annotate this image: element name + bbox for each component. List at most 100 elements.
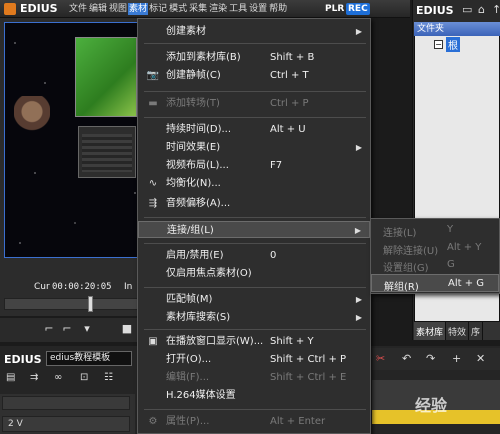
up-folder-icon[interactable]: ↑ <box>492 3 500 16</box>
context-menu: 创建素材 ▶ 添加到素材库(B) Shift + B 📷 创建静帧(C) Ctr… <box>137 18 371 434</box>
folder-icon[interactable]: ▭ <box>462 3 472 16</box>
tab-sequence[interactable]: 序 <box>469 322 484 340</box>
menu-item-h264-settings[interactable]: H.264媒体设置 <box>138 387 370 404</box>
submenu-arrow-icon: ▶ <box>355 143 362 152</box>
menu-item-link-group[interactable]: 连接/组(L) ▶ <box>138 221 370 238</box>
menu-item-open[interactable]: 打开(O)... Shift + Ctrl + P <box>138 351 370 368</box>
transition-icon: ▬ <box>148 98 158 109</box>
tab-bin[interactable]: 素材库 <box>414 322 447 340</box>
menu-item-label: 添加到素材库(B) <box>166 52 241 63</box>
tab-effects[interactable]: 特效 <box>446 322 470 340</box>
mode-icon[interactable]: ☷ <box>104 372 113 383</box>
menu-item-label: 打开(O)... <box>166 354 212 365</box>
in-label: In <box>124 282 133 292</box>
menu-item-shortcut: Alt + Y <box>447 242 482 253</box>
menu-item-edit[interactable]: 编辑(F)... Shift + Ctrl + E <box>138 369 370 386</box>
menu-item-shortcut: Ctrl + T <box>270 70 309 81</box>
submenu-item-unlink[interactable]: 解除连接(U) Alt + Y <box>371 239 499 257</box>
menu-settings[interactable]: 设置 <box>248 3 268 15</box>
project-name-field[interactable]: edius教程模板 <box>46 351 132 366</box>
redo-icon[interactable]: ↷ <box>426 352 435 365</box>
menu-item-match-frame[interactable]: 匹配帧(M) ▶ <box>138 291 370 308</box>
menu-item-shortcut: Shift + B <box>270 52 315 63</box>
submenu-arrow-icon: ▶ <box>354 226 361 235</box>
player-window-icon: ▣ <box>148 336 158 347</box>
waveform-icon: ∿ <box>148 178 158 189</box>
menu-marker[interactable]: 标记 <box>148 3 168 15</box>
menu-item-create-still[interactable]: 📷 创建静帧(C) Ctrl + T <box>138 67 370 84</box>
menu-item-label: 连接(L) <box>383 228 417 239</box>
sequence-icon[interactable]: ▤ <box>6 372 15 383</box>
submenu-item-ungroup[interactable]: 解组(R) Alt + G <box>371 274 499 293</box>
menu-item-duration[interactable]: 持续时间(D)... Alt + U <box>138 121 370 138</box>
menu-separator <box>144 43 366 44</box>
menu-item-normalize[interactable]: ∿ 均衡化(N)... <box>138 175 370 192</box>
menu-clip[interactable]: 素材 <box>128 3 149 15</box>
home-icon[interactable]: ⌂ <box>478 3 485 16</box>
track-icon[interactable]: ⇉ <box>30 372 38 383</box>
menu-item-shortcut: Shift + Ctrl + P <box>270 354 347 365</box>
menu-separator <box>144 329 366 330</box>
cut-icon[interactable]: ✂ <box>376 352 385 365</box>
menu-render[interactable]: 渲染 <box>208 3 228 15</box>
menu-view[interactable]: 视图 <box>108 3 128 15</box>
menu-item-enable-focus-only[interactable]: 仅启用焦点素材(O) <box>138 265 370 282</box>
menu-item-label: 在播放窗口显示(W)... <box>166 336 264 347</box>
menu-item-add-transition[interactable]: ▬ 添加转场(T) Ctrl + P <box>138 95 370 112</box>
preview-person-image <box>14 96 50 148</box>
menu-item-audio-offset[interactable]: ⇶ 音频偏移(A)... <box>138 195 370 212</box>
menu-bar: 文件 编辑 视图 素材 标记 模式 采集 渲染 工具 设置 帮助 <box>68 3 288 15</box>
menu-item-label: 编辑(F)... <box>166 372 210 383</box>
root-folder[interactable]: 根 <box>446 37 460 52</box>
menu-item-shortcut: 0 <box>270 250 277 261</box>
menu-capture[interactable]: 采集 <box>188 3 208 15</box>
stop-icon[interactable]: ■ <box>120 322 134 336</box>
menu-separator <box>144 91 366 92</box>
rec-toggle[interactable]: REC <box>346 3 370 15</box>
menu-item-time-effect[interactable]: 时间效果(E) ▶ <box>138 139 370 156</box>
menu-mode[interactable]: 模式 <box>168 3 188 15</box>
menu-item-label: 属性(P)... <box>166 416 210 427</box>
menu-tools[interactable]: 工具 <box>228 3 248 15</box>
cur-label: Cur <box>34 282 50 292</box>
menu-item-shortcut: G <box>447 259 455 270</box>
collapse-toggle[interactable]: − <box>434 40 443 49</box>
set-in-icon[interactable]: ⌐ <box>42 322 56 336</box>
menu-separator <box>144 287 366 288</box>
menu-edit[interactable]: 编辑 <box>88 3 108 15</box>
menu-item-shortcut: Y <box>447 224 454 235</box>
menu-item-label: 匹配帧(M) <box>166 294 213 305</box>
timeline-title: EDIUS <box>4 353 42 366</box>
menu-file[interactable]: 文件 <box>68 3 88 15</box>
track-row[interactable] <box>2 396 130 410</box>
menu-item-bin-search[interactable]: 素材库搜索(S) ▶ <box>138 309 370 326</box>
chevron-down-icon[interactable]: ▾ <box>80 322 94 336</box>
menu-item-label: H.264媒体设置 <box>166 390 236 401</box>
plr-toggle[interactable]: PLR <box>325 4 344 14</box>
link-icon[interactable]: ∞ <box>54 372 62 383</box>
menu-separator <box>144 409 366 410</box>
menu-item-show-in-player[interactable]: ▣ 在播放窗口显示(W)... Shift + Y <box>138 333 370 350</box>
submenu-item-set-group[interactable]: 设置组(G) G <box>371 256 499 274</box>
submenu-item-link[interactable]: 连接(L) Y <box>371 221 499 239</box>
delete-icon[interactable]: ✕ <box>476 352 485 365</box>
set-out-icon[interactable]: ⌐ <box>60 322 74 336</box>
snap-icon[interactable]: ⊡ <box>80 372 88 383</box>
watermark: 经验 <box>415 396 448 415</box>
menu-item-label: 持续时间(D)... <box>166 124 232 135</box>
menu-item-label: 创建静帧(C) <box>166 70 221 81</box>
add-icon[interactable]: + <box>452 352 461 365</box>
scrubber-handle[interactable] <box>88 296 93 312</box>
menu-item-label: 时间效果(E) <box>166 142 221 153</box>
menu-item-create-clip[interactable]: 创建素材 ▶ <box>138 23 370 40</box>
menu-help[interactable]: 帮助 <box>268 3 288 15</box>
undo-icon[interactable]: ↶ <box>402 352 411 365</box>
menu-item-add-to-bin[interactable]: 添加到素材库(B) Shift + B <box>138 49 370 66</box>
app-title: EDIUS <box>20 2 58 15</box>
menu-item-video-layout[interactable]: 视频布局(L)... F7 <box>138 157 370 174</box>
menu-item-label: 仅启用焦点素材(O) <box>166 268 252 279</box>
menu-item-properties[interactable]: ⚙ 属性(P)... Alt + Enter <box>138 413 370 430</box>
position-scrubber[interactable] <box>4 298 156 310</box>
menu-item-shortcut: Shift + Y <box>270 336 314 347</box>
menu-item-enable-disable[interactable]: 启用/禁用(E) 0 <box>138 247 370 264</box>
